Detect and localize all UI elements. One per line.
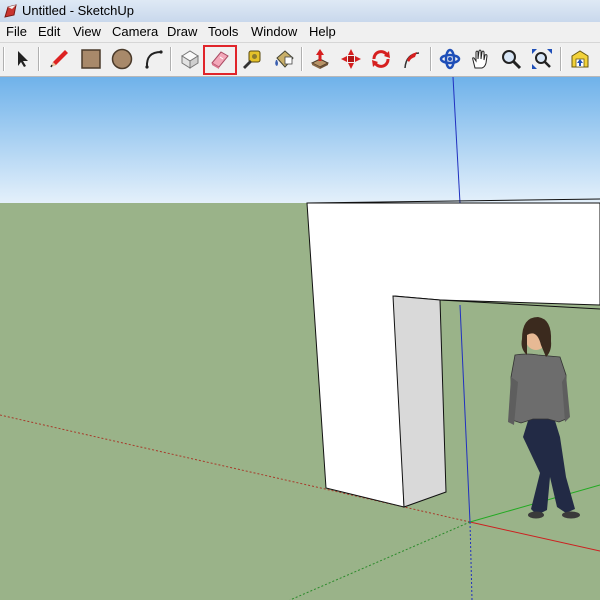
push-pull-tool-button[interactable] (306, 45, 334, 73)
follow-me-icon (404, 52, 420, 69)
follow-me-tool-button[interactable] (398, 45, 426, 73)
menu-draw[interactable]: Draw (167, 24, 197, 39)
paint-bucket-tool-button[interactable] (270, 45, 298, 73)
pan-tool-button[interactable] (466, 45, 494, 73)
title-bar: Untitled - SketchUp (0, 0, 600, 23)
magnifier-icon (502, 50, 522, 70)
rotate-icon (372, 50, 390, 68)
arrow-icon (18, 51, 28, 67)
select-tool-button[interactable] (8, 45, 36, 73)
drawing-viewport[interactable] (0, 77, 600, 600)
make-component-tool-button[interactable] (176, 45, 204, 73)
menu-help[interactable]: Help (309, 24, 336, 39)
zoom-extents-tool-button[interactable] (528, 45, 556, 73)
toolbar-separator (560, 47, 562, 71)
get-models-tool-button[interactable] (566, 45, 594, 73)
toolbar (0, 43, 600, 77)
circle-tool-button[interactable] (108, 45, 136, 73)
sky (0, 77, 600, 205)
orbit-icon (439, 48, 461, 70)
toolbar-separator (38, 47, 40, 71)
push-pull-icon (310, 49, 330, 69)
menu-view[interactable]: View (73, 24, 101, 39)
menu-window[interactable]: Window (251, 24, 297, 39)
pencil-icon (50, 50, 68, 68)
toolbar-separator (170, 47, 172, 71)
menu-bar: File Edit View Camera Draw Tools Window … (0, 22, 600, 43)
sketchup-app-icon (4, 4, 17, 18)
toolbar-separator (301, 47, 303, 71)
hand-icon (472, 49, 488, 69)
toolbar-grip (3, 47, 5, 71)
zoom-tool-button[interactable] (497, 45, 525, 73)
pencil-tool-button[interactable] (45, 45, 73, 73)
eraser-icon (211, 51, 229, 69)
orbit-tool-button[interactable] (436, 45, 464, 73)
circle-icon (111, 48, 133, 70)
scene-canvas[interactable] (0, 77, 600, 600)
window-title: Untitled - SketchUp (22, 3, 134, 18)
rotate-tool-button[interactable] (367, 45, 395, 73)
tape-measure-tool-button[interactable] (238, 45, 266, 73)
move-tool-button[interactable] (337, 45, 365, 73)
rectangle-icon (81, 49, 101, 69)
warehouse-icon (571, 50, 589, 68)
menu-file[interactable]: File (6, 24, 27, 39)
menu-edit[interactable]: Edit (38, 24, 60, 39)
rectangle-tool-button[interactable] (77, 45, 105, 73)
eraser-tool-button[interactable] (206, 45, 234, 73)
tape-measure-icon (243, 50, 261, 69)
arc-icon (145, 50, 163, 69)
paint-bucket-icon (275, 50, 294, 68)
move-icon (341, 49, 361, 69)
arc-tool-button[interactable] (139, 45, 167, 73)
menu-camera[interactable]: Camera (112, 24, 158, 39)
menu-tools[interactable]: Tools (208, 24, 238, 39)
zoom-extents-icon (532, 49, 552, 69)
toolbar-separator (430, 47, 432, 71)
component-icon (181, 50, 199, 69)
